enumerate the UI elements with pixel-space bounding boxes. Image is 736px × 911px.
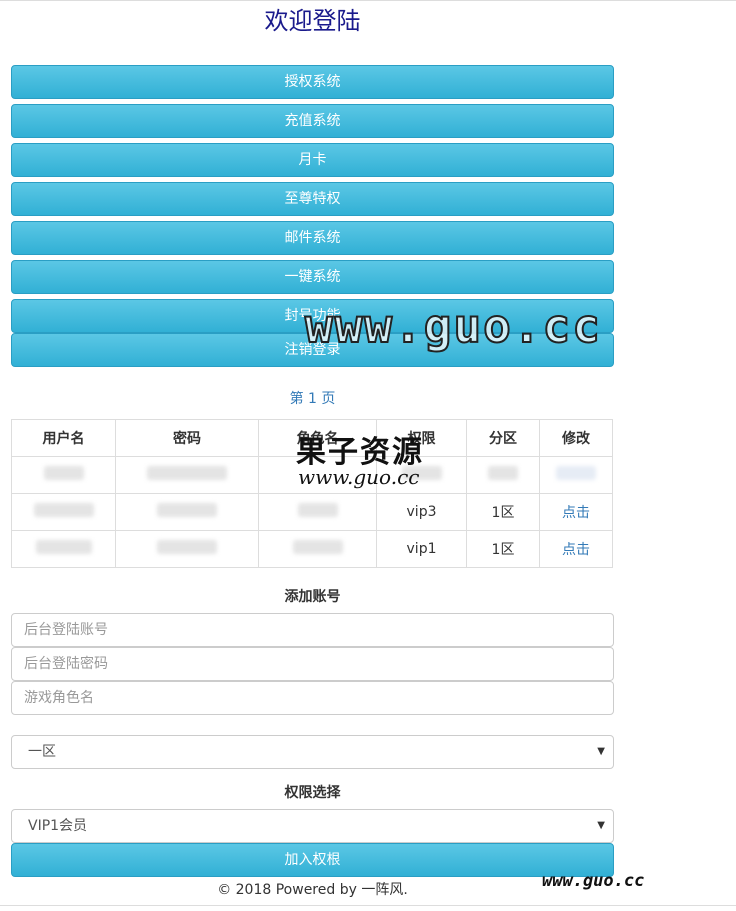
cell-permission: vip3 (376, 493, 467, 531)
role-name-input[interactable] (11, 681, 614, 715)
redacted-blur (33, 503, 94, 517)
cell-edit: 点击 (539, 530, 613, 568)
caret-down-icon: ▼ (597, 820, 605, 831)
col-username: 用户名 (11, 419, 116, 457)
add-account-heading: 添加账号 (284, 589, 341, 605)
nav-mail-system-button[interactable]: 邮件系统 (11, 221, 614, 255)
watermark-footer: www.guo.cc (542, 871, 645, 891)
zone-select-value: 一区 (28, 744, 56, 760)
add-account-form (11, 613, 614, 715)
col-password: 密码 (115, 419, 259, 457)
cell-username (11, 456, 116, 494)
permission-heading: 权限选择 (284, 785, 341, 801)
account-input[interactable] (11, 613, 614, 647)
cell-zone (466, 456, 540, 494)
col-zone: 分区 (466, 419, 540, 457)
nav-recharge-system-button[interactable]: 充值系统 (11, 104, 614, 138)
redacted-blur (297, 503, 338, 517)
redacted-blur (157, 503, 217, 517)
footer-text: © 2018 Powered by 一阵风. (217, 882, 408, 898)
permission-select-value: VIP1会员 (28, 818, 88, 834)
bottom-divider (0, 905, 736, 906)
page: 欢迎登陆 授权系统 充值系统 月卡 至尊特权 邮件系统 一键系统 封号功能 注销… (0, 0, 736, 911)
edit-link[interactable]: 点击 (562, 505, 590, 521)
redacted-blur (292, 540, 343, 554)
edit-link[interactable]: 点击 (562, 542, 590, 558)
cell-edit: 点击 (539, 493, 613, 531)
password-input[interactable] (11, 647, 614, 681)
zone-select[interactable]: 一区 ▼ (11, 735, 614, 769)
redacted-blur (147, 466, 227, 480)
table-row: vip1 1区 点击 (11, 530, 613, 568)
cell-role (258, 493, 377, 531)
redacted-blur (556, 466, 596, 480)
cell-password (115, 493, 259, 531)
redacted-blur (488, 466, 518, 480)
cell-password (115, 530, 259, 568)
table-row: vip3 1区 点击 (11, 493, 613, 531)
watermark-url: www.guo.cc (298, 465, 420, 489)
cell-zone: 1区 (466, 530, 540, 568)
page-title: 欢迎登陆 (264, 7, 361, 35)
add-permission-button[interactable]: 加入权根 (11, 843, 614, 877)
cell-zone: 1区 (466, 493, 540, 531)
cell-permission: vip1 (376, 530, 467, 568)
redacted-blur (35, 540, 92, 554)
cell-role (258, 530, 377, 568)
nav-monthly-card-button[interactable]: 月卡 (11, 143, 614, 177)
watermark-large: www.guo.cc (304, 298, 602, 354)
redacted-blur (43, 466, 84, 480)
nav-one-click-system-button[interactable]: 一键系统 (11, 260, 614, 294)
pagination-label: 第 1 页 (289, 391, 336, 407)
nav-supreme-privilege-button[interactable]: 至尊特权 (11, 182, 614, 216)
cell-edit (539, 456, 613, 494)
permission-select[interactable]: VIP1会员 ▼ (11, 809, 614, 843)
caret-down-icon: ▼ (597, 746, 605, 757)
cell-password (115, 456, 259, 494)
nav-auth-system-button[interactable]: 授权系统 (11, 65, 614, 99)
cell-username (11, 493, 116, 531)
redacted-blur (157, 540, 217, 554)
col-edit: 修改 (539, 419, 613, 457)
cell-username (11, 530, 116, 568)
